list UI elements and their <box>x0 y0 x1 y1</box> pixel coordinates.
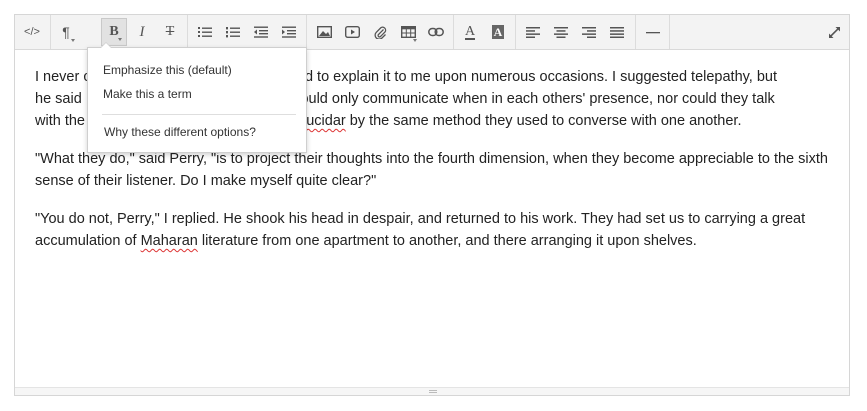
align-center-button[interactable] <box>548 18 574 46</box>
bold-options-dropdown: Emphasize this (default) Make this a ter… <box>87 42 307 153</box>
align-left-button[interactable] <box>520 18 546 46</box>
misspelled-word: Maharan <box>140 233 198 249</box>
fullscreen-button[interactable] <box>821 18 847 46</box>
strikethrough-icon: T <box>165 24 175 39</box>
background-color-icon: A <box>491 25 505 39</box>
align-right-button[interactable] <box>576 18 602 46</box>
bullet-list-button[interactable] <box>192 18 218 46</box>
numbered-list-button[interactable] <box>220 18 246 46</box>
align-justify-button[interactable] <box>604 18 630 46</box>
strikethrough-button[interactable]: T <box>157 18 183 46</box>
insert-video-button[interactable] <box>339 18 365 46</box>
italic-button[interactable]: I <box>129 18 155 46</box>
attach-file-button[interactable] <box>367 18 393 46</box>
horizontal-rule-icon <box>646 31 660 33</box>
insert-link-button[interactable] <box>423 18 449 46</box>
indent-icon <box>282 26 296 38</box>
paperclip-icon <box>373 26 386 39</box>
dropdown-divider <box>102 114 296 115</box>
code-view-button[interactable]: </> <box>19 18 45 46</box>
background-color-button[interactable]: A <box>485 18 511 46</box>
paragraph-2: "What they do," said Perry, "is to proje… <box>35 151 828 189</box>
outdent-button[interactable] <box>248 18 274 46</box>
indent-button[interactable] <box>276 18 302 46</box>
align-justify-icon <box>610 26 624 38</box>
resize-grip-icon[interactable] <box>429 390 437 393</box>
align-left-icon <box>526 26 540 38</box>
code-icon: </> <box>24 26 40 38</box>
editor-toolbar: </> ¶ B I T A A <box>15 15 849 50</box>
italic-icon: I <box>139 23 145 40</box>
video-icon <box>344 26 360 38</box>
pilcrow-icon: ¶ <box>62 24 70 40</box>
align-right-icon <box>582 26 596 38</box>
paragraph-format-button[interactable]: ¶ <box>53 18 79 46</box>
horizontal-rule-button[interactable] <box>640 18 666 46</box>
expand-icon <box>828 26 840 38</box>
text-color-button[interactable]: A <box>457 18 483 46</box>
paragraph-3: "You do not, Perry," I replied. He shook… <box>35 211 806 249</box>
link-icon <box>428 27 444 37</box>
insert-image-button[interactable] <box>311 18 337 46</box>
outdent-icon <box>254 26 268 38</box>
why-options-link[interactable]: Why these different options? <box>104 125 256 139</box>
editor-resize-bar[interactable] <box>15 387 849 395</box>
align-center-icon <box>554 26 568 38</box>
emphasize-option[interactable]: Emphasize this (default) <box>103 63 232 77</box>
numbered-list-icon <box>226 27 240 38</box>
text-color-icon: A <box>464 23 476 40</box>
make-term-option[interactable]: Make this a term <box>103 87 192 101</box>
bullet-list-icon <box>198 27 212 37</box>
table-icon <box>400 26 416 38</box>
image-icon <box>316 26 332 38</box>
insert-table-button[interactable] <box>395 18 421 46</box>
